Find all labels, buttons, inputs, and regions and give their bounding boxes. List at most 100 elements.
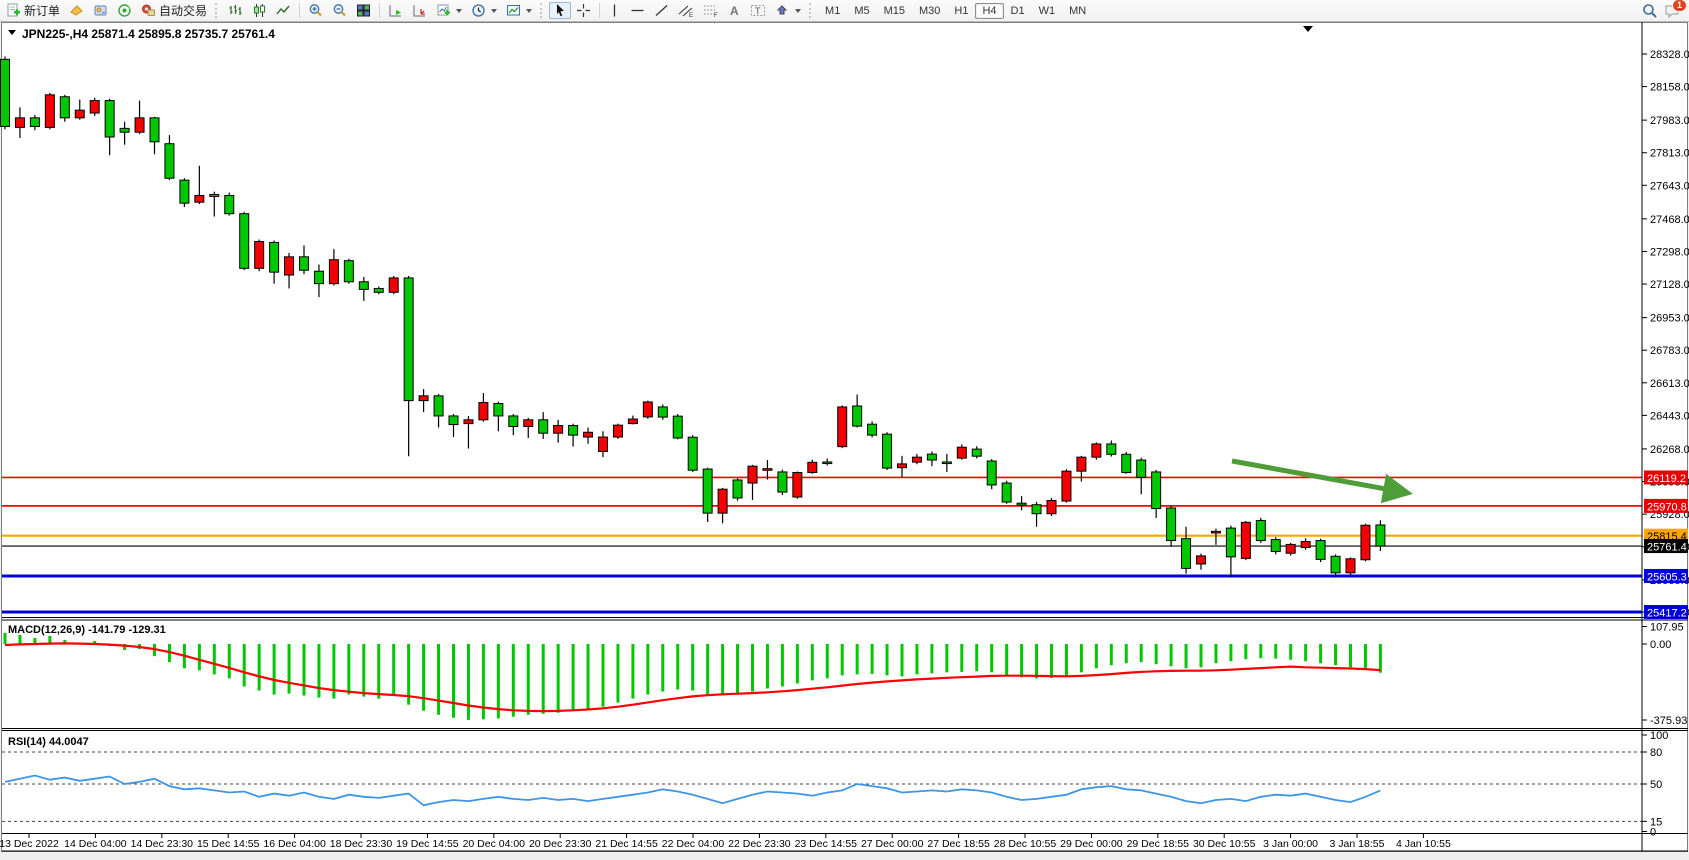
svg-text:25761.4: 25761.4 [1647, 542, 1687, 554]
timeframe-button-m1[interactable]: M1 [818, 3, 847, 19]
timeframe-button-m30[interactable]: M30 [912, 3, 947, 19]
time-axis-label: 29 Dec 18:55 [1127, 838, 1190, 850]
candle-body [957, 447, 966, 458]
chart-shift-button[interactable] [408, 2, 431, 19]
candle-body [135, 118, 144, 132]
line-chart-mode-button[interactable] [272, 2, 295, 19]
price-tick-label: 27643.0 [1650, 180, 1689, 192]
tile-windows-icon [356, 3, 371, 18]
macd-tick-label: 0.00 [1650, 639, 1671, 651]
rsi-label: RSI(14) 44.0047 [8, 736, 89, 748]
market-watch-button[interactable] [65, 2, 88, 19]
text-label-icon: T [750, 3, 766, 18]
new-chart-button[interactable] [432, 2, 466, 19]
candle-body [718, 489, 727, 513]
timeframe-button-h1[interactable]: H1 [947, 3, 975, 19]
candle-body [599, 437, 608, 451]
candle-body [150, 118, 159, 142]
macd-tick-label: 107.95 [1650, 622, 1684, 634]
price-tick-label: 27128.0 [1650, 279, 1689, 291]
candle-body [1107, 444, 1116, 454]
candle-body [643, 402, 652, 417]
chart-template-icon [506, 3, 521, 18]
tile-windows-button[interactable] [352, 2, 375, 19]
svg-text:25605.3: 25605.3 [1647, 571, 1687, 583]
mt4-terminal: { "toolbar": { "new_order_label": "新订单",… [0, 0, 1689, 860]
candle-body [374, 288, 383, 292]
candle-body [359, 282, 368, 290]
periodicity-button[interactable] [467, 2, 501, 19]
line-chart-icon [276, 3, 291, 18]
notifications-button[interactable]: 1 [1664, 3, 1681, 19]
auto-scroll-icon [388, 3, 403, 18]
timeframe-button-m15[interactable]: M15 [877, 3, 912, 19]
hline-icon [630, 3, 645, 18]
timeframe-button-d1[interactable]: D1 [1004, 3, 1032, 19]
candle-body [927, 454, 936, 460]
time-axis-label: 22 Dec 23:30 [728, 838, 791, 850]
terminal-button[interactable] [89, 2, 112, 19]
new-order-icon [6, 3, 21, 18]
crosshair-icon [576, 3, 591, 18]
time-axis-label: 18 Dec 23:30 [330, 838, 393, 850]
candle-body [1032, 505, 1041, 514]
arrows-tool[interactable] [771, 2, 805, 19]
candle-body [853, 406, 862, 426]
candle-body [1301, 542, 1310, 548]
price-tick-label: 28328.0 [1650, 49, 1689, 61]
svg-text:F: F [714, 13, 718, 18]
candle-body [1077, 457, 1086, 471]
price-tick-label: 28158.0 [1650, 82, 1689, 94]
timeframe-button-m5[interactable]: M5 [847, 3, 876, 19]
bar-chart-mode-button[interactable] [224, 2, 247, 19]
candle-body [898, 464, 907, 468]
candle-body [15, 118, 24, 128]
autotrading-button[interactable]: 自动交易 [137, 2, 211, 19]
timeframe-button-mn[interactable]: MN [1062, 3, 1093, 19]
time-axis-label: 20 Dec 23:30 [529, 838, 592, 850]
fibonacci-tool[interactable]: F [699, 2, 723, 19]
rsi-tick-label: 50 [1650, 779, 1662, 791]
time-axis-label: 19 Dec 14:55 [396, 838, 459, 850]
cursor-tool-button[interactable] [549, 2, 571, 19]
candle-body [613, 425, 622, 437]
vertical-line-tool[interactable] [604, 2, 625, 19]
candle-body [314, 271, 323, 283]
trendline-tool[interactable] [650, 2, 673, 19]
text-label-tool[interactable]: T [746, 2, 770, 19]
crosshair-tool-button[interactable] [572, 2, 595, 19]
template-button[interactable] [502, 2, 536, 19]
timeframe-button-w1[interactable]: W1 [1032, 3, 1063, 19]
candle-body [329, 260, 338, 284]
autotrading-icon [141, 3, 156, 18]
candle-body [1376, 525, 1385, 546]
sonar-icon [117, 3, 132, 18]
time-axis-label: 3 Jan 00:00 [1263, 838, 1318, 850]
zoom-out-button[interactable] [328, 2, 351, 19]
time-axis-label: 14 Dec 04:00 [64, 838, 127, 850]
candle-body [210, 195, 219, 197]
horizontal-line-tool[interactable] [626, 2, 649, 19]
new-order-button[interactable]: 新订单 [2, 2, 64, 19]
fibonacci-icon: F [703, 3, 719, 18]
candle-body [703, 469, 712, 513]
candle-body [658, 407, 667, 417]
search-icon[interactable] [1642, 3, 1658, 19]
text-tool[interactable]: A [724, 2, 745, 19]
candle-chart-mode-button[interactable] [248, 2, 271, 19]
timeframe-button-h4[interactable]: H4 [975, 3, 1003, 19]
candle-body [733, 480, 742, 498]
clock-icon [471, 3, 486, 18]
chart-canvas[interactable]: JPN225-,H4 25871.4 25895.8 25735.7 25761… [0, 0, 1689, 860]
strategy-tester-button[interactable] [113, 2, 136, 19]
candle-body [1047, 501, 1056, 514]
zoom-in-button[interactable] [304, 2, 327, 19]
auto-scroll-button[interactable] [384, 2, 407, 19]
time-axis-label: 22 Dec 04:00 [662, 838, 725, 850]
price-tick-label: 27983.0 [1650, 115, 1689, 127]
candle-body [1017, 503, 1026, 505]
candle-body [419, 396, 428, 401]
equidistant-channel-tool[interactable]: E [674, 2, 698, 19]
candle-body [1122, 454, 1131, 472]
candle-body [987, 461, 996, 485]
